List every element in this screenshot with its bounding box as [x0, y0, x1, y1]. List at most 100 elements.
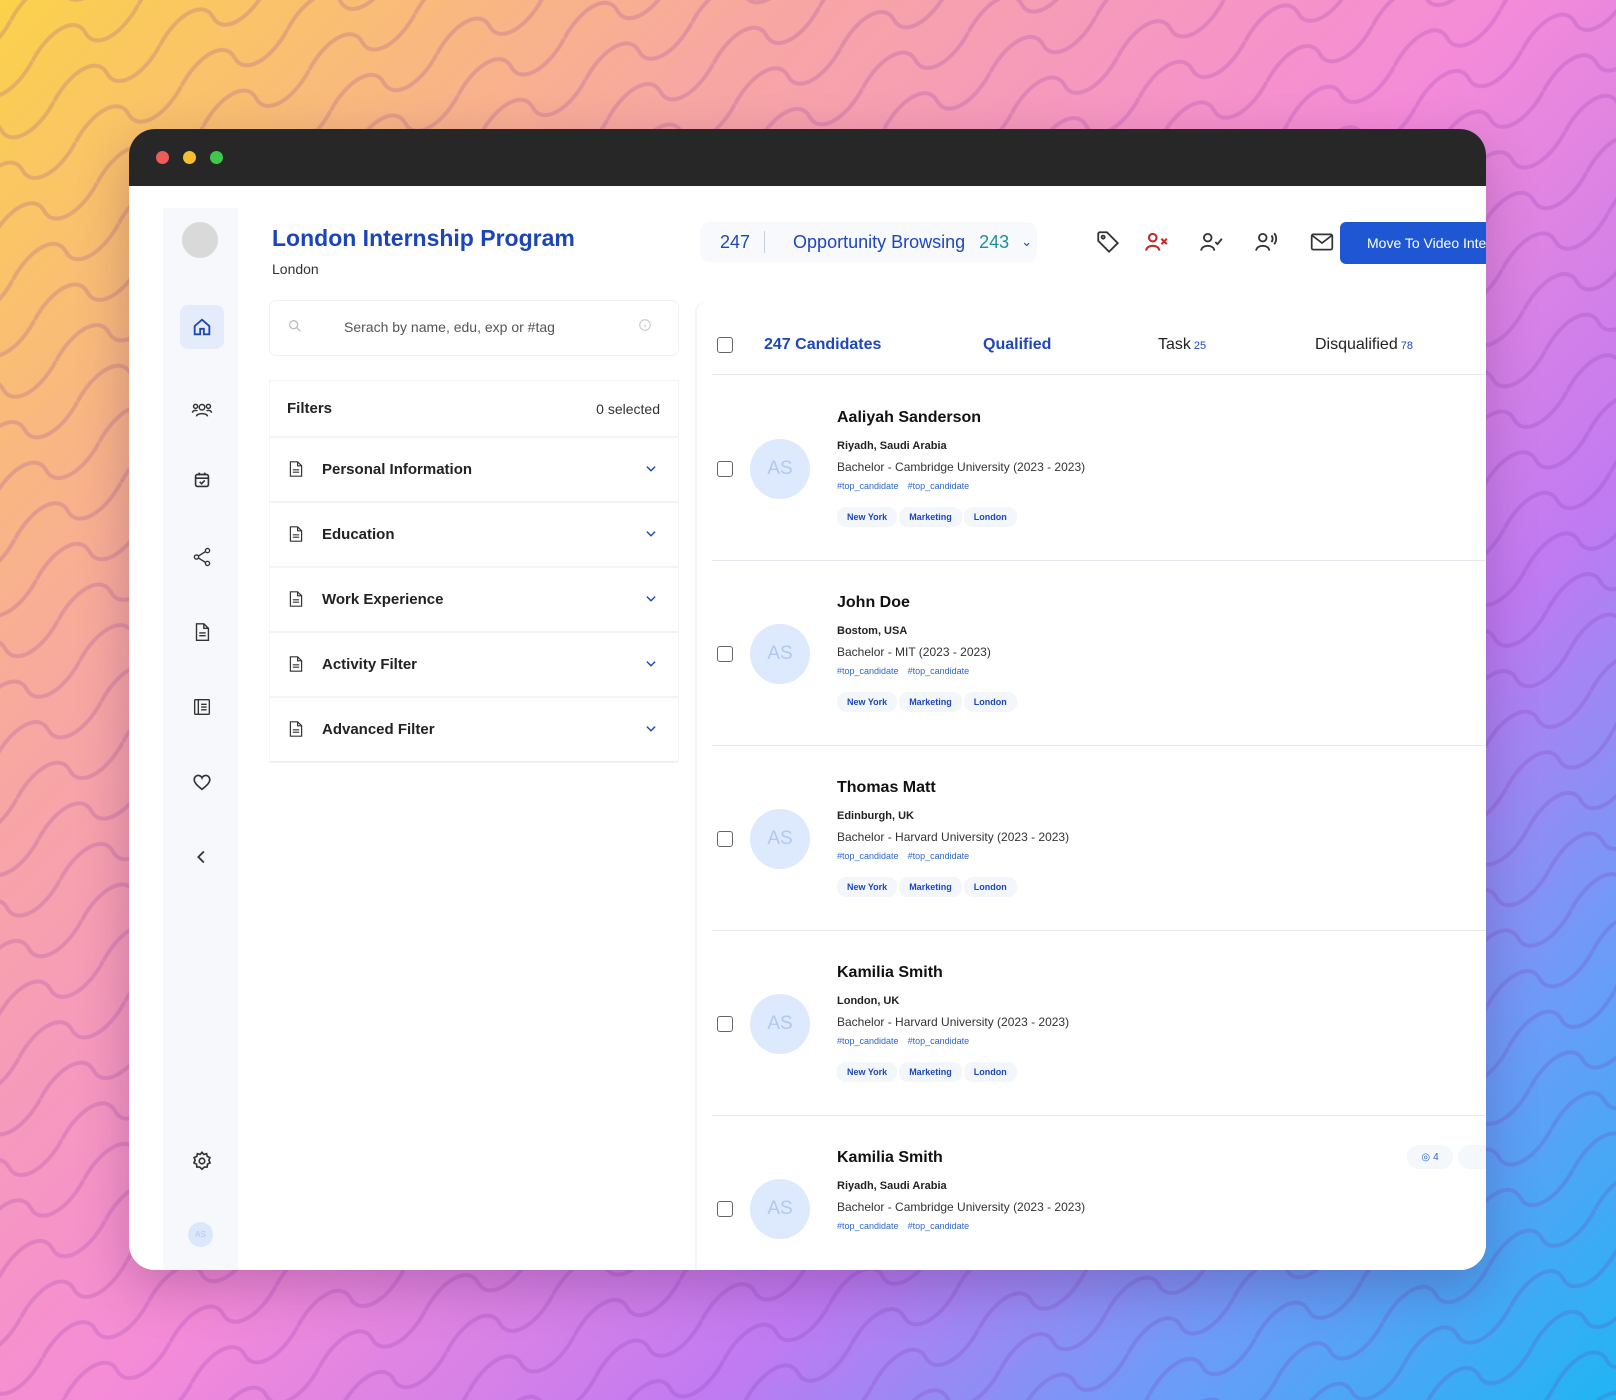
minimize-window-dot[interactable]: [183, 151, 196, 164]
hashtag[interactable]: #top_candidate: [908, 1221, 970, 1231]
filter-item[interactable]: Activity Filter: [270, 632, 678, 697]
info-icon[interactable]: [638, 318, 652, 332]
candidate-tags: New York Marketing London: [837, 692, 1017, 712]
candidate-avatar: AS: [750, 809, 810, 869]
tab-disqualified[interactable]: Disqualified 78: [1315, 336, 1413, 354]
document-icon: [289, 591, 303, 607]
tag-chip[interactable]: Marketing: [899, 507, 962, 527]
hashtag[interactable]: #top_candidate: [837, 1221, 899, 1231]
document-icon[interactable]: [180, 610, 224, 654]
hashtag[interactable]: #top_candidate: [908, 666, 970, 676]
chevron-down-icon: ⌄: [1021, 234, 1033, 249]
heart-icon[interactable]: [180, 760, 224, 804]
stage-selector[interactable]: 247 Opportunity Browsing 243 ⌄: [700, 222, 1037, 262]
candidate-row[interactable]: AS Kamilia Smith London, UK Bachelor - Harv…: [712, 930, 1486, 1116]
tag-chip[interactable]: Marketing: [899, 1062, 962, 1082]
tag-chip[interactable]: Marketing: [899, 877, 962, 897]
tag-chip[interactable]: New York: [837, 1062, 898, 1082]
candidate-name[interactable]: Kamilia Smith: [837, 1149, 943, 1167]
hashtag[interactable]: #top_candidate: [837, 481, 899, 491]
candidate-avatar: AS: [750, 439, 810, 499]
tag-chip[interactable]: New York: [837, 692, 898, 712]
filter-item[interactable]: Work Experience: [270, 567, 678, 632]
candidate-name[interactable]: Aaliyah Sanderson: [837, 409, 981, 427]
candidate-checkbox[interactable]: [717, 1016, 733, 1032]
maximize-window-dot[interactable]: [210, 151, 223, 164]
chevron-down-icon: [646, 596, 656, 602]
filter-item[interactable]: Personal Information: [270, 437, 678, 502]
select-all-checkbox[interactable]: [717, 337, 733, 353]
gear-icon[interactable]: [180, 1139, 224, 1183]
share-icon[interactable]: [180, 535, 224, 579]
candidate-name[interactable]: Thomas Matt: [837, 779, 936, 797]
tag-chip[interactable]: London: [963, 507, 1017, 527]
candidate-checkbox[interactable]: [717, 831, 733, 847]
candidate-checkbox[interactable]: [717, 646, 733, 662]
tag-chip[interactable]: Marketing: [899, 692, 962, 712]
candidate-location: Riyadh, Saudi Arabia: [837, 1180, 947, 1192]
filter-item-label: Personal Information: [322, 460, 473, 478]
candidate-checkbox[interactable]: [717, 1201, 733, 1217]
candidate-education: Bachelor - Cambridge University (2023 - …: [837, 460, 1086, 474]
candidate-row[interactable]: AS John Doe Bostom, USA Bachelor - MIT (202…: [712, 560, 1486, 746]
filters-selected-count: 0 selected: [596, 400, 660, 417]
hashtag[interactable]: #top_candidate: [908, 1036, 970, 1046]
browser-window: AS London Internship Program London 247 …: [129, 129, 1486, 1270]
user-avatar[interactable]: [182, 222, 218, 258]
candidate-avatar: AS: [750, 1179, 810, 1239]
tab-task-label: Task: [1158, 336, 1191, 353]
candidate-avatar: AS: [750, 994, 810, 1054]
hashtag[interactable]: #top_candidate: [908, 481, 970, 491]
close-window-dot[interactable]: [156, 151, 169, 164]
voice-user-icon[interactable]: [1253, 229, 1279, 255]
tag-chip[interactable]: London: [963, 692, 1017, 712]
chevron-left-icon[interactable]: [180, 835, 224, 879]
chevron-down-icon: [646, 466, 656, 472]
tab-all-candidates[interactable]: 247 Candidates: [764, 336, 881, 354]
candidate-location: Edinburgh, UK: [837, 810, 914, 822]
candidate-avatar: AS: [750, 624, 810, 684]
tag-chip[interactable]: London: [963, 877, 1017, 897]
tag-chip[interactable]: New York: [837, 877, 898, 897]
qualify-user-icon[interactable]: [1198, 229, 1224, 255]
stage-divider: [764, 231, 766, 253]
tag-chip[interactable]: New York: [837, 507, 898, 527]
hashtag[interactable]: #top_candidate: [837, 851, 899, 861]
app-content: AS London Internship Program London 247 …: [129, 186, 1486, 1270]
disqualify-user-icon[interactable]: [1143, 229, 1169, 255]
users-icon[interactable]: [180, 388, 224, 432]
tag-chip[interactable]: London: [963, 1062, 1017, 1082]
tab-task[interactable]: Task 25: [1158, 336, 1206, 354]
tag-icon[interactable]: [1095, 229, 1121, 255]
bottom-user-avatar[interactable]: AS: [188, 1222, 213, 1247]
candidate-name[interactable]: John Doe: [837, 594, 910, 612]
search-input[interactable]: [342, 318, 636, 336]
action-badge[interactable]: [1458, 1145, 1486, 1169]
comment-count-badge[interactable]: ◎ 4: [1407, 1145, 1453, 1169]
candidate-tags: New York Marketing London: [837, 507, 1017, 527]
hashtag[interactable]: #top_candidate: [908, 851, 970, 861]
tab-qualified[interactable]: Qualified: [983, 336, 1051, 354]
candidate-hashtags: #top_candidate #top_candidate: [837, 666, 978, 676]
search-box: [270, 301, 678, 355]
candidate-row[interactable]: AS Thomas Matt Edinburgh, UK Bachelor - Har…: [712, 745, 1486, 931]
tab-task-count: 25: [1193, 340, 1207, 352]
candidates-panel: 247 Candidates Qualified Task 25 Disquali…: [697, 302, 1486, 1270]
move-to-video-interview-button[interactable]: Move To Video Inte: [1340, 222, 1486, 264]
candidate-name[interactable]: Kamilia Smith: [837, 964, 943, 982]
hashtag[interactable]: #top_candidate: [837, 1036, 899, 1046]
hashtag[interactable]: #top_candidate: [837, 666, 899, 676]
document-icon: [289, 721, 303, 737]
candidate-tags: New York Marketing London: [837, 1062, 1017, 1082]
home-icon[interactable]: [180, 305, 224, 349]
mail-icon[interactable]: [1309, 229, 1335, 255]
calendar-check-icon[interactable]: [180, 458, 224, 502]
notes-icon[interactable]: [180, 685, 224, 729]
filter-item[interactable]: Advanced Filter: [270, 697, 678, 762]
candidate-row[interactable]: AS Kamilia Smith Riyadh, Saudi Arabia Bache…: [712, 1115, 1486, 1270]
filter-item-label: Work Experience: [322, 590, 444, 608]
filter-item[interactable]: Education: [270, 502, 678, 567]
chevron-down-icon: [646, 661, 656, 667]
candidate-row[interactable]: AS Aaliyah Sanderson Riyadh, Saudi Arabia B…: [712, 375, 1486, 561]
candidate-checkbox[interactable]: [717, 461, 733, 477]
